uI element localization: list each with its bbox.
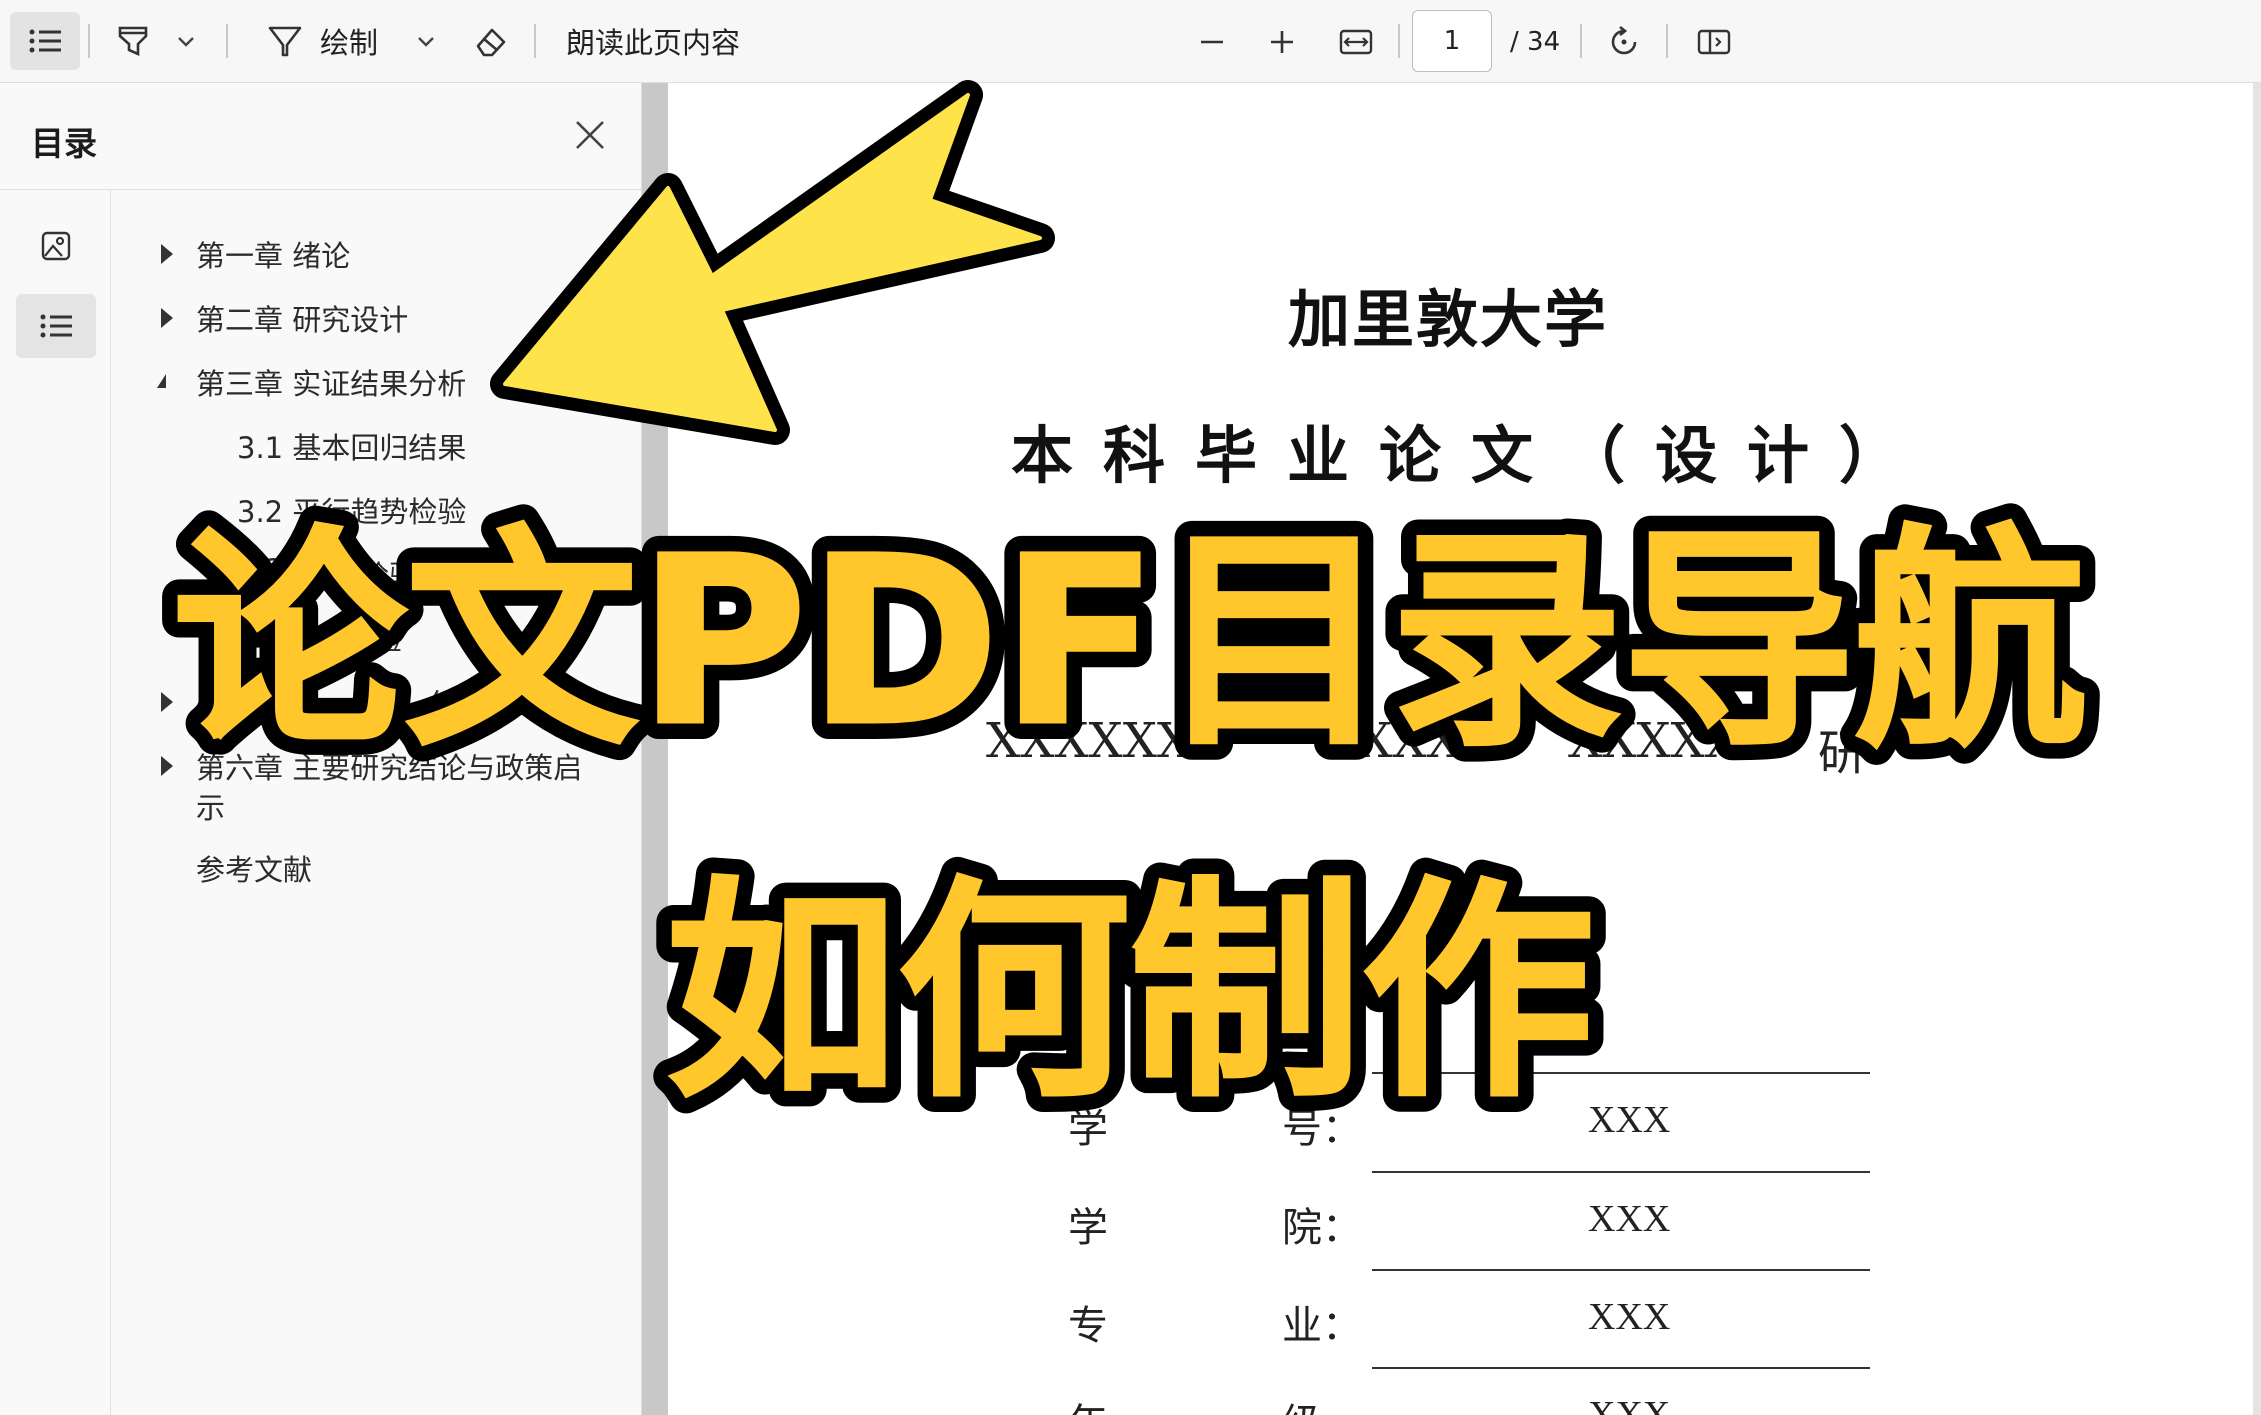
field-underline xyxy=(1372,1171,1870,1173)
zoom-in-icon xyxy=(1271,31,1293,53)
page-total: / 34 xyxy=(1510,27,1561,57)
university-name: 加里敦大学 xyxy=(1288,283,1609,356)
page-view-icon xyxy=(1697,29,1731,55)
zoom-in-button[interactable] xyxy=(1260,20,1304,64)
draw-button-icon-wrap[interactable] xyxy=(262,18,308,64)
fit-width-button[interactable] xyxy=(1334,20,1378,64)
toc-list: 第一章 绪论 第二章 研究设计 第三章 实证结果分析 3.1 基本回归结果 3.… xyxy=(111,190,641,1415)
panel-tab-rail xyxy=(0,190,111,1415)
draw-options-button[interactable] xyxy=(410,26,442,58)
chevron-down-icon xyxy=(418,37,434,47)
field-label: 号： xyxy=(1282,1106,1362,1152)
toc-item-3-4[interactable]: 机 xyxy=(286,617,315,659)
toc-item-3-3[interactable]: 3.3 xyxy=(237,553,283,587)
field-underline xyxy=(1372,1367,1870,1369)
toc-item-chapter-1[interactable]: 第一章 绪论 xyxy=(196,233,350,275)
scrollbar[interactable] xyxy=(2253,83,2261,1415)
draw-pen-icon xyxy=(268,26,302,57)
toc-panel: 目录 第一章 绪论 第二章 研究设计 第三章 实证结果分析 3.1 基本回归结果… xyxy=(0,83,642,1415)
thesis-topic-part-3: XXXXXX xyxy=(1568,713,1774,769)
field-label: 年 xyxy=(1068,1391,1108,1415)
close-icon xyxy=(576,121,604,149)
toolbar-divider xyxy=(1666,24,1668,58)
thumbnails-tab[interactable] xyxy=(16,214,96,278)
close-panel-button[interactable] xyxy=(572,117,608,153)
toc-item-chapter-6-wrap: 示 xyxy=(196,791,226,825)
thesis-topic-part-1: XXXXXX xyxy=(986,713,1192,769)
major-value: XXX xyxy=(1588,1296,1671,1338)
expand-arrow-icon[interactable] xyxy=(161,308,173,328)
page-view-button[interactable] xyxy=(1692,20,1736,64)
highlight-icon xyxy=(118,26,148,57)
thesis-type: 本科毕业论文（设计） xyxy=(1011,419,1932,492)
field-label: 级 xyxy=(1282,1391,1322,1415)
chevron-down-icon xyxy=(178,37,194,47)
field-label: 专 xyxy=(1068,1303,1108,1349)
zoom-out-icon xyxy=(1201,40,1223,44)
highlight-options-button[interactable] xyxy=(170,26,202,58)
outline-tab[interactable] xyxy=(16,294,96,358)
field-label: 学 xyxy=(1068,1106,1108,1152)
toc-item-references[interactable]: 参考文献 xyxy=(196,847,312,889)
toc-item-3-4-suffix: 验 xyxy=(373,623,403,657)
rotate-icon xyxy=(1611,25,1637,55)
toolbar-divider xyxy=(88,24,90,58)
toc-panel-header: 目录 xyxy=(0,83,642,190)
thesis-topic-part-4: 研 xyxy=(1818,725,1867,781)
field-underline xyxy=(1372,1072,1870,1074)
toolbar-divider xyxy=(1580,24,1582,58)
toc-item-chapter-2[interactable]: 第二章 研究设计 xyxy=(196,297,408,339)
pdf-page: 加里敦大学 本科毕业论文（设计） XXXXXX XXX XXXXXX 研 学 号… xyxy=(668,83,2253,1415)
document-viewport[interactable]: 加里敦大学 本科毕业论文（设计） XXXXXX XXX XXXXXX 研 学 号… xyxy=(668,83,2261,1415)
toc-panel-title: 目录 xyxy=(31,124,97,163)
field-label: 院： xyxy=(1282,1205,1362,1251)
toc-item-3-1[interactable]: 3.1 基本回归结果 xyxy=(237,425,466,467)
page-number-input[interactable]: 1 xyxy=(1412,10,1492,72)
fit-width-icon xyxy=(1339,29,1373,55)
toc-item-chapter-6[interactable]: 第六章 主要研究结论与政策启 xyxy=(196,745,582,787)
image-icon xyxy=(41,231,71,261)
toc-toggle-button[interactable] xyxy=(10,12,80,70)
list-icon xyxy=(40,314,72,338)
panel-splitter[interactable] xyxy=(642,83,668,1415)
toc-item-3-2[interactable]: 3.2 平行趋势检验 xyxy=(237,489,466,531)
toolbar-divider xyxy=(226,24,228,58)
rotate-button[interactable] xyxy=(1602,20,1646,64)
zoom-out-button[interactable] xyxy=(1190,20,1234,64)
grade-value: XXX xyxy=(1588,1394,1671,1415)
field-underline xyxy=(1372,1269,1870,1271)
field-label: 学 xyxy=(1068,1205,1108,1251)
toolbar-divider xyxy=(534,24,536,58)
eraser-icon xyxy=(476,28,506,57)
draw-button-label[interactable]: 绘制 xyxy=(320,22,378,60)
thesis-topic-part-2: XXX xyxy=(1358,713,1461,769)
expand-arrow-icon[interactable] xyxy=(161,756,173,776)
eraser-button[interactable] xyxy=(468,20,512,64)
college-value: XXX xyxy=(1588,1198,1671,1240)
toc-item-3-3-suffix: 性检验 xyxy=(331,559,419,593)
toc-item-chapter-3[interactable]: 第三章 实证结果分析 xyxy=(196,361,466,403)
expand-arrow-icon[interactable] xyxy=(161,692,173,712)
student-id-value: XXX xyxy=(1588,1099,1671,1141)
toolbar: 绘制 朗读此页内容 1 / 34 xyxy=(0,0,2261,83)
toolbar-divider xyxy=(1398,24,1400,58)
toc-item-chapter-5[interactable]: 分析 xyxy=(427,681,485,723)
highlight-button[interactable] xyxy=(110,18,156,64)
collapse-arrow-icon[interactable] xyxy=(157,374,166,388)
toc-icon xyxy=(29,29,61,53)
read-aloud-button[interactable]: 朗读此页内容 xyxy=(566,22,740,60)
expand-arrow-icon[interactable] xyxy=(161,244,173,264)
field-label: 业： xyxy=(1282,1303,1362,1349)
